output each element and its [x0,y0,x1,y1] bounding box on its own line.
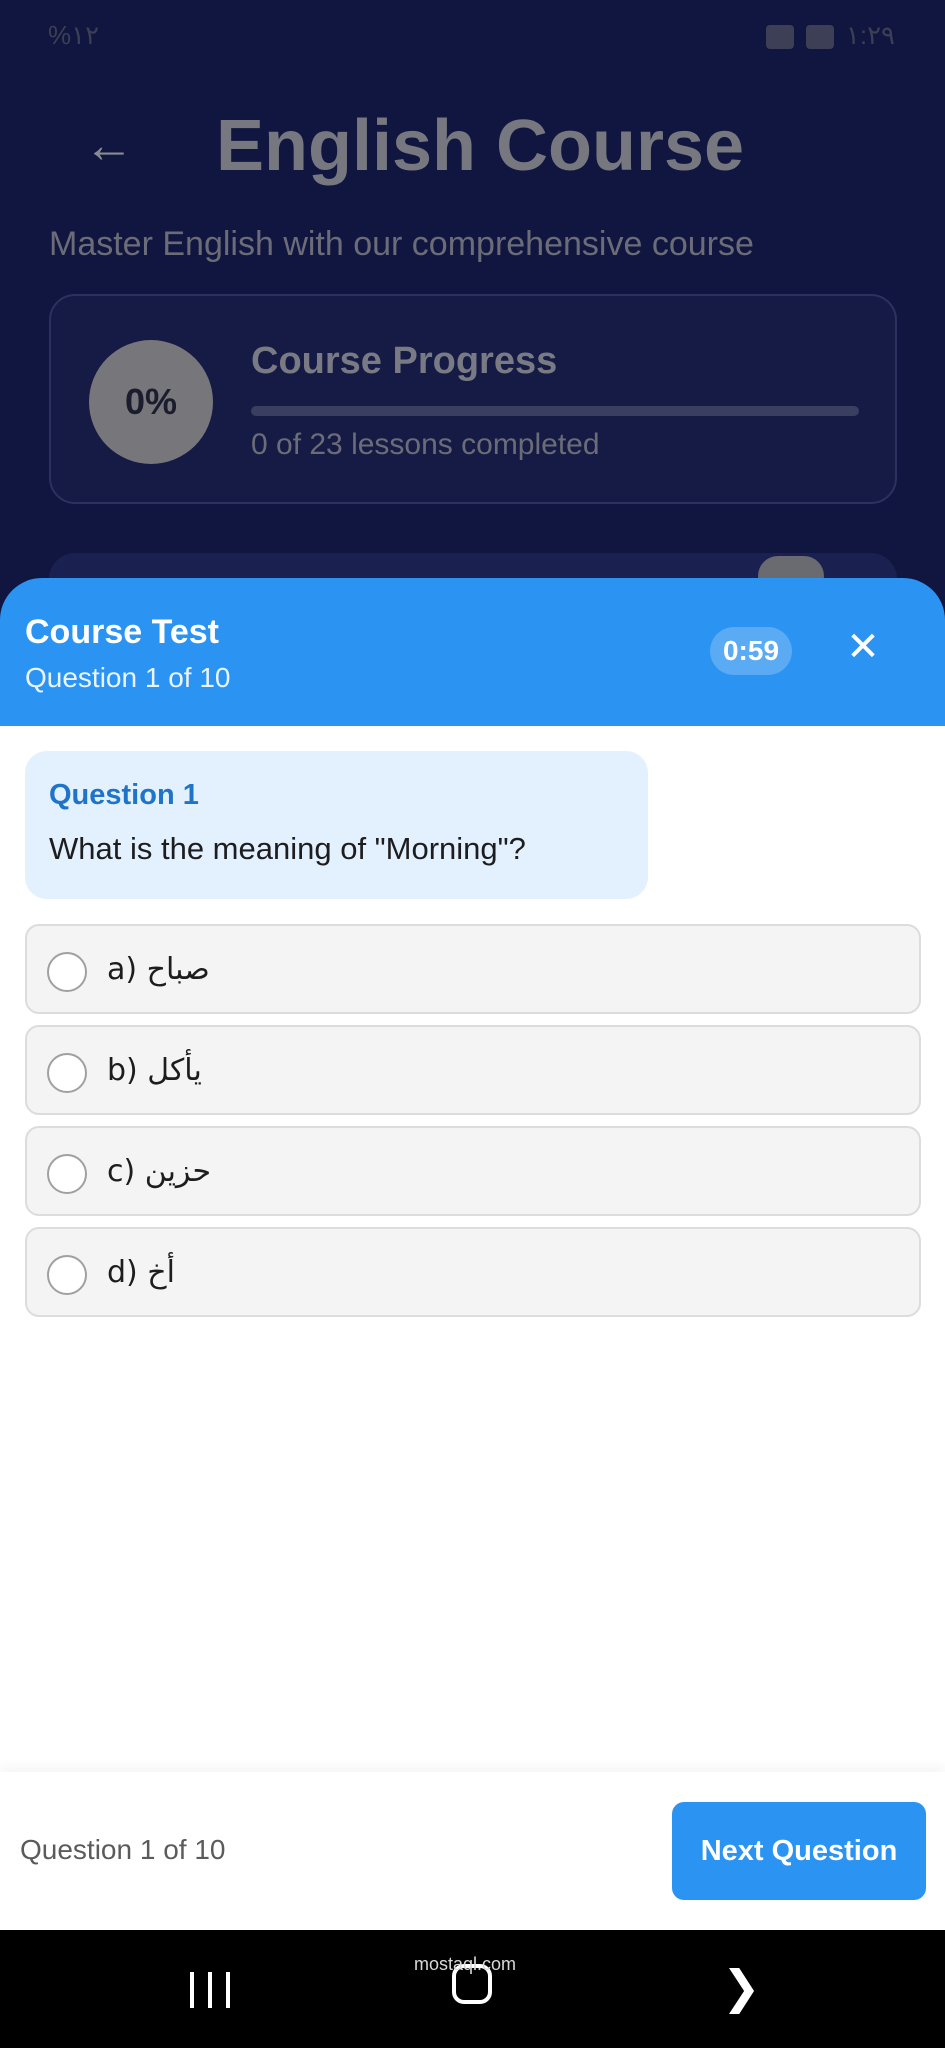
footer-question-counter: Question 1 of 10 [20,1834,226,1865]
radio-button[interactable] [47,1255,87,1295]
question-label: Question 1 [49,779,199,811]
page-subtitle: Master English with our comprehensive co… [49,225,754,263]
close-icon[interactable]: ✕ [840,624,886,670]
recents-icon[interactable] [190,1972,230,2008]
gallery-icon [765,25,794,50]
progress-title: Course Progress [251,340,558,382]
folder-icon [805,25,834,50]
radio-button[interactable] [47,952,87,992]
test-sheet-body: Question 1 What is the meaning of "Morni… [0,726,945,1772]
chevron-right-icon[interactable]: ❯ [722,1960,761,2014]
answer-option-c[interactable]: c) حزين [25,1126,921,1216]
test-footer: Question 1 of 10 Next Question [0,1772,945,1930]
course-progress-card: 0% Course Progress 0 of 23 lessons compl… [49,294,897,504]
status-time: ١:٢٩ [845,20,895,50]
status-bar: %١٢ ١:٢٩ [0,0,945,80]
option-text: a) صباح [107,952,210,987]
test-question-counter: Question 1 of 10 [25,662,231,693]
test-sheet-header: Course Test Question 1 of 10 0:59 ✕ [0,578,945,726]
system-nav-bar: mostaql.com ❯ [0,1930,945,2048]
radio-button[interactable] [47,1053,87,1093]
course-page-backdrop: %١٢ ١:٢٩ ← English Course Master English… [0,0,945,640]
progress-bar [251,406,859,416]
progress-percent-circle: 0% [89,340,213,464]
progress-text: 0 of 23 lessons completed [251,428,600,461]
answer-option-b[interactable]: b) يأكل [25,1025,921,1115]
answer-option-d[interactable]: d) أخ [25,1227,921,1317]
option-text: d) أخ [107,1255,175,1290]
watermark: mostaql.com [414,1954,517,1974]
timer-badge: 0:59 [710,627,792,675]
question-card: Question 1 What is the meaning of "Morni… [25,751,648,899]
question-text: What is the meaning of "Morning"? [49,831,526,866]
page-title: English Course [216,106,745,186]
option-text: b) يأكل [107,1053,202,1088]
answer-option-a[interactable]: a) صباح [25,924,921,1014]
status-battery: %١٢ [48,20,100,50]
back-arrow-icon[interactable]: ← [84,120,134,170]
option-text: c) حزين [107,1154,212,1189]
status-clock: ١:٢٩ [765,20,895,51]
test-title: Course Test [25,613,219,651]
next-question-button[interactable]: Next Question [672,1802,926,1900]
radio-button[interactable] [47,1154,87,1194]
